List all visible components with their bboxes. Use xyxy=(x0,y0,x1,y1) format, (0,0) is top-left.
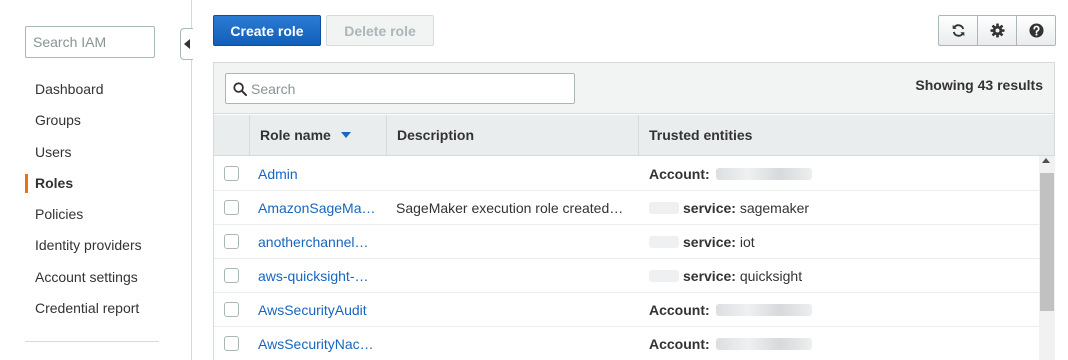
trusted-entity: service: iot xyxy=(649,225,755,259)
sidebar-item-roles[interactable]: Roles xyxy=(25,168,142,199)
trusted-entity: service: quicksight xyxy=(649,259,802,293)
table-header-bar: Showing 43 results xyxy=(214,63,1054,114)
table-search xyxy=(225,73,575,104)
sidebar-item-account-settings[interactable]: Account settings xyxy=(25,262,142,293)
table-row: AmazonSageMa… SageMaker execution role c… xyxy=(214,191,1040,225)
redacted-account-id xyxy=(715,168,812,180)
redacted-account-id xyxy=(715,338,812,350)
row-checkbox[interactable] xyxy=(224,302,239,317)
sidebar-divider xyxy=(25,341,159,342)
role-name-link[interactable]: aws-quicksight-… xyxy=(258,259,368,293)
scroll-up-arrow-icon[interactable] xyxy=(1042,158,1050,163)
sidebar-item-groups[interactable]: Groups xyxy=(25,105,142,136)
column-role-name-label: Role name xyxy=(260,127,331,143)
table-row: AwsSecurityAudit Account: xyxy=(214,293,1040,327)
trusted-entity: Account: xyxy=(649,327,816,360)
row-checkbox[interactable] xyxy=(224,166,239,181)
sidebar-item-policies[interactable]: Policies xyxy=(25,199,142,230)
result-count: Showing 43 results xyxy=(915,77,1043,93)
help-button[interactable] xyxy=(1017,16,1055,45)
role-name-link[interactable]: AwsSecurityAudit xyxy=(258,293,367,327)
trusted-entity-label: Account: xyxy=(649,336,710,352)
delete-role-button[interactable]: Delete role xyxy=(326,15,434,46)
sidebar-item-identity-providers[interactable]: Identity providers xyxy=(25,230,142,261)
trusted-entity-label: service: xyxy=(683,234,736,250)
table-row: AwsSecurityNac… Account: xyxy=(214,327,1040,360)
column-description[interactable]: Description xyxy=(386,115,638,155)
roles-search-input[interactable] xyxy=(251,74,571,103)
sidebar-nav: Dashboard Groups Users Roles Policies Id… xyxy=(25,74,142,324)
table-row: aws-quicksight-… service: quicksight xyxy=(214,259,1040,293)
sort-descending-icon xyxy=(340,132,351,139)
column-header-row: Role name Description Trusted entities xyxy=(214,115,1054,156)
column-description-label: Description xyxy=(397,127,475,143)
redacted-prefix xyxy=(649,202,679,214)
redacted-prefix xyxy=(649,270,679,282)
refresh-button[interactable] xyxy=(939,16,978,45)
table-actions-group xyxy=(938,15,1056,46)
table-scrollbar[interactable] xyxy=(1039,156,1055,360)
trusted-entity: Account: xyxy=(649,157,816,191)
row-checkbox[interactable] xyxy=(224,268,239,283)
settings-button[interactable] xyxy=(978,16,1017,45)
sidebar-item-users[interactable]: Users xyxy=(25,137,142,168)
column-trusted-entities-label: Trusted entities xyxy=(649,127,753,143)
caret-left-icon xyxy=(184,39,190,49)
trusted-entity-value: quicksight xyxy=(739,268,803,284)
iam-search-input[interactable] xyxy=(25,26,155,58)
row-checkbox[interactable] xyxy=(224,234,239,249)
role-description: SageMaker execution role created… xyxy=(396,200,624,216)
row-checkbox[interactable] xyxy=(224,336,239,351)
role-name-link[interactable]: anotherchannel… xyxy=(258,225,369,259)
refresh-icon xyxy=(952,24,964,37)
create-role-button[interactable]: Create role xyxy=(213,15,321,46)
trusted-entity-label: service: xyxy=(683,268,736,284)
row-checkbox[interactable] xyxy=(224,200,239,215)
roles-table-panel: Showing 43 results Role name Description… xyxy=(213,62,1055,360)
gear-icon xyxy=(989,23,1005,38)
column-role-name[interactable]: Role name xyxy=(249,115,386,155)
trusted-entity: service: sagemaker xyxy=(649,191,809,225)
role-name-link[interactable]: Admin xyxy=(258,157,298,191)
redacted-account-id xyxy=(715,304,812,316)
redacted-prefix xyxy=(649,236,679,248)
role-name-link[interactable]: AmazonSageMa… xyxy=(258,191,376,225)
sidebar: Dashboard Groups Users Roles Policies Id… xyxy=(0,0,192,360)
column-trusted-entities[interactable]: Trusted entities xyxy=(638,115,1054,155)
table-row: Admin Account: xyxy=(214,157,1040,191)
select-all-column xyxy=(214,115,249,155)
scrollbar-thumb[interactable] xyxy=(1040,173,1054,311)
trusted-entity-label: service: xyxy=(683,200,736,216)
sidebar-item-credential-report[interactable]: Credential report xyxy=(25,293,142,324)
trusted-entity-value: iot xyxy=(739,234,755,250)
table-row: anotherchannel… service: iot xyxy=(214,225,1040,259)
collapse-sidebar-button[interactable] xyxy=(180,28,193,60)
help-icon xyxy=(1028,23,1044,38)
trusted-entity-label: Account: xyxy=(649,302,710,318)
trusted-entity: Account: xyxy=(649,293,816,327)
trusted-entity-value: sagemaker xyxy=(739,200,810,216)
role-name-link[interactable]: AwsSecurityNac… xyxy=(258,327,374,360)
sidebar-item-dashboard[interactable]: Dashboard xyxy=(25,74,142,105)
roles-table-body: Admin Account: AmazonSageMa… SageMaker e… xyxy=(214,157,1040,360)
search-icon xyxy=(233,82,247,96)
trusted-entity-label: Account: xyxy=(649,166,710,182)
